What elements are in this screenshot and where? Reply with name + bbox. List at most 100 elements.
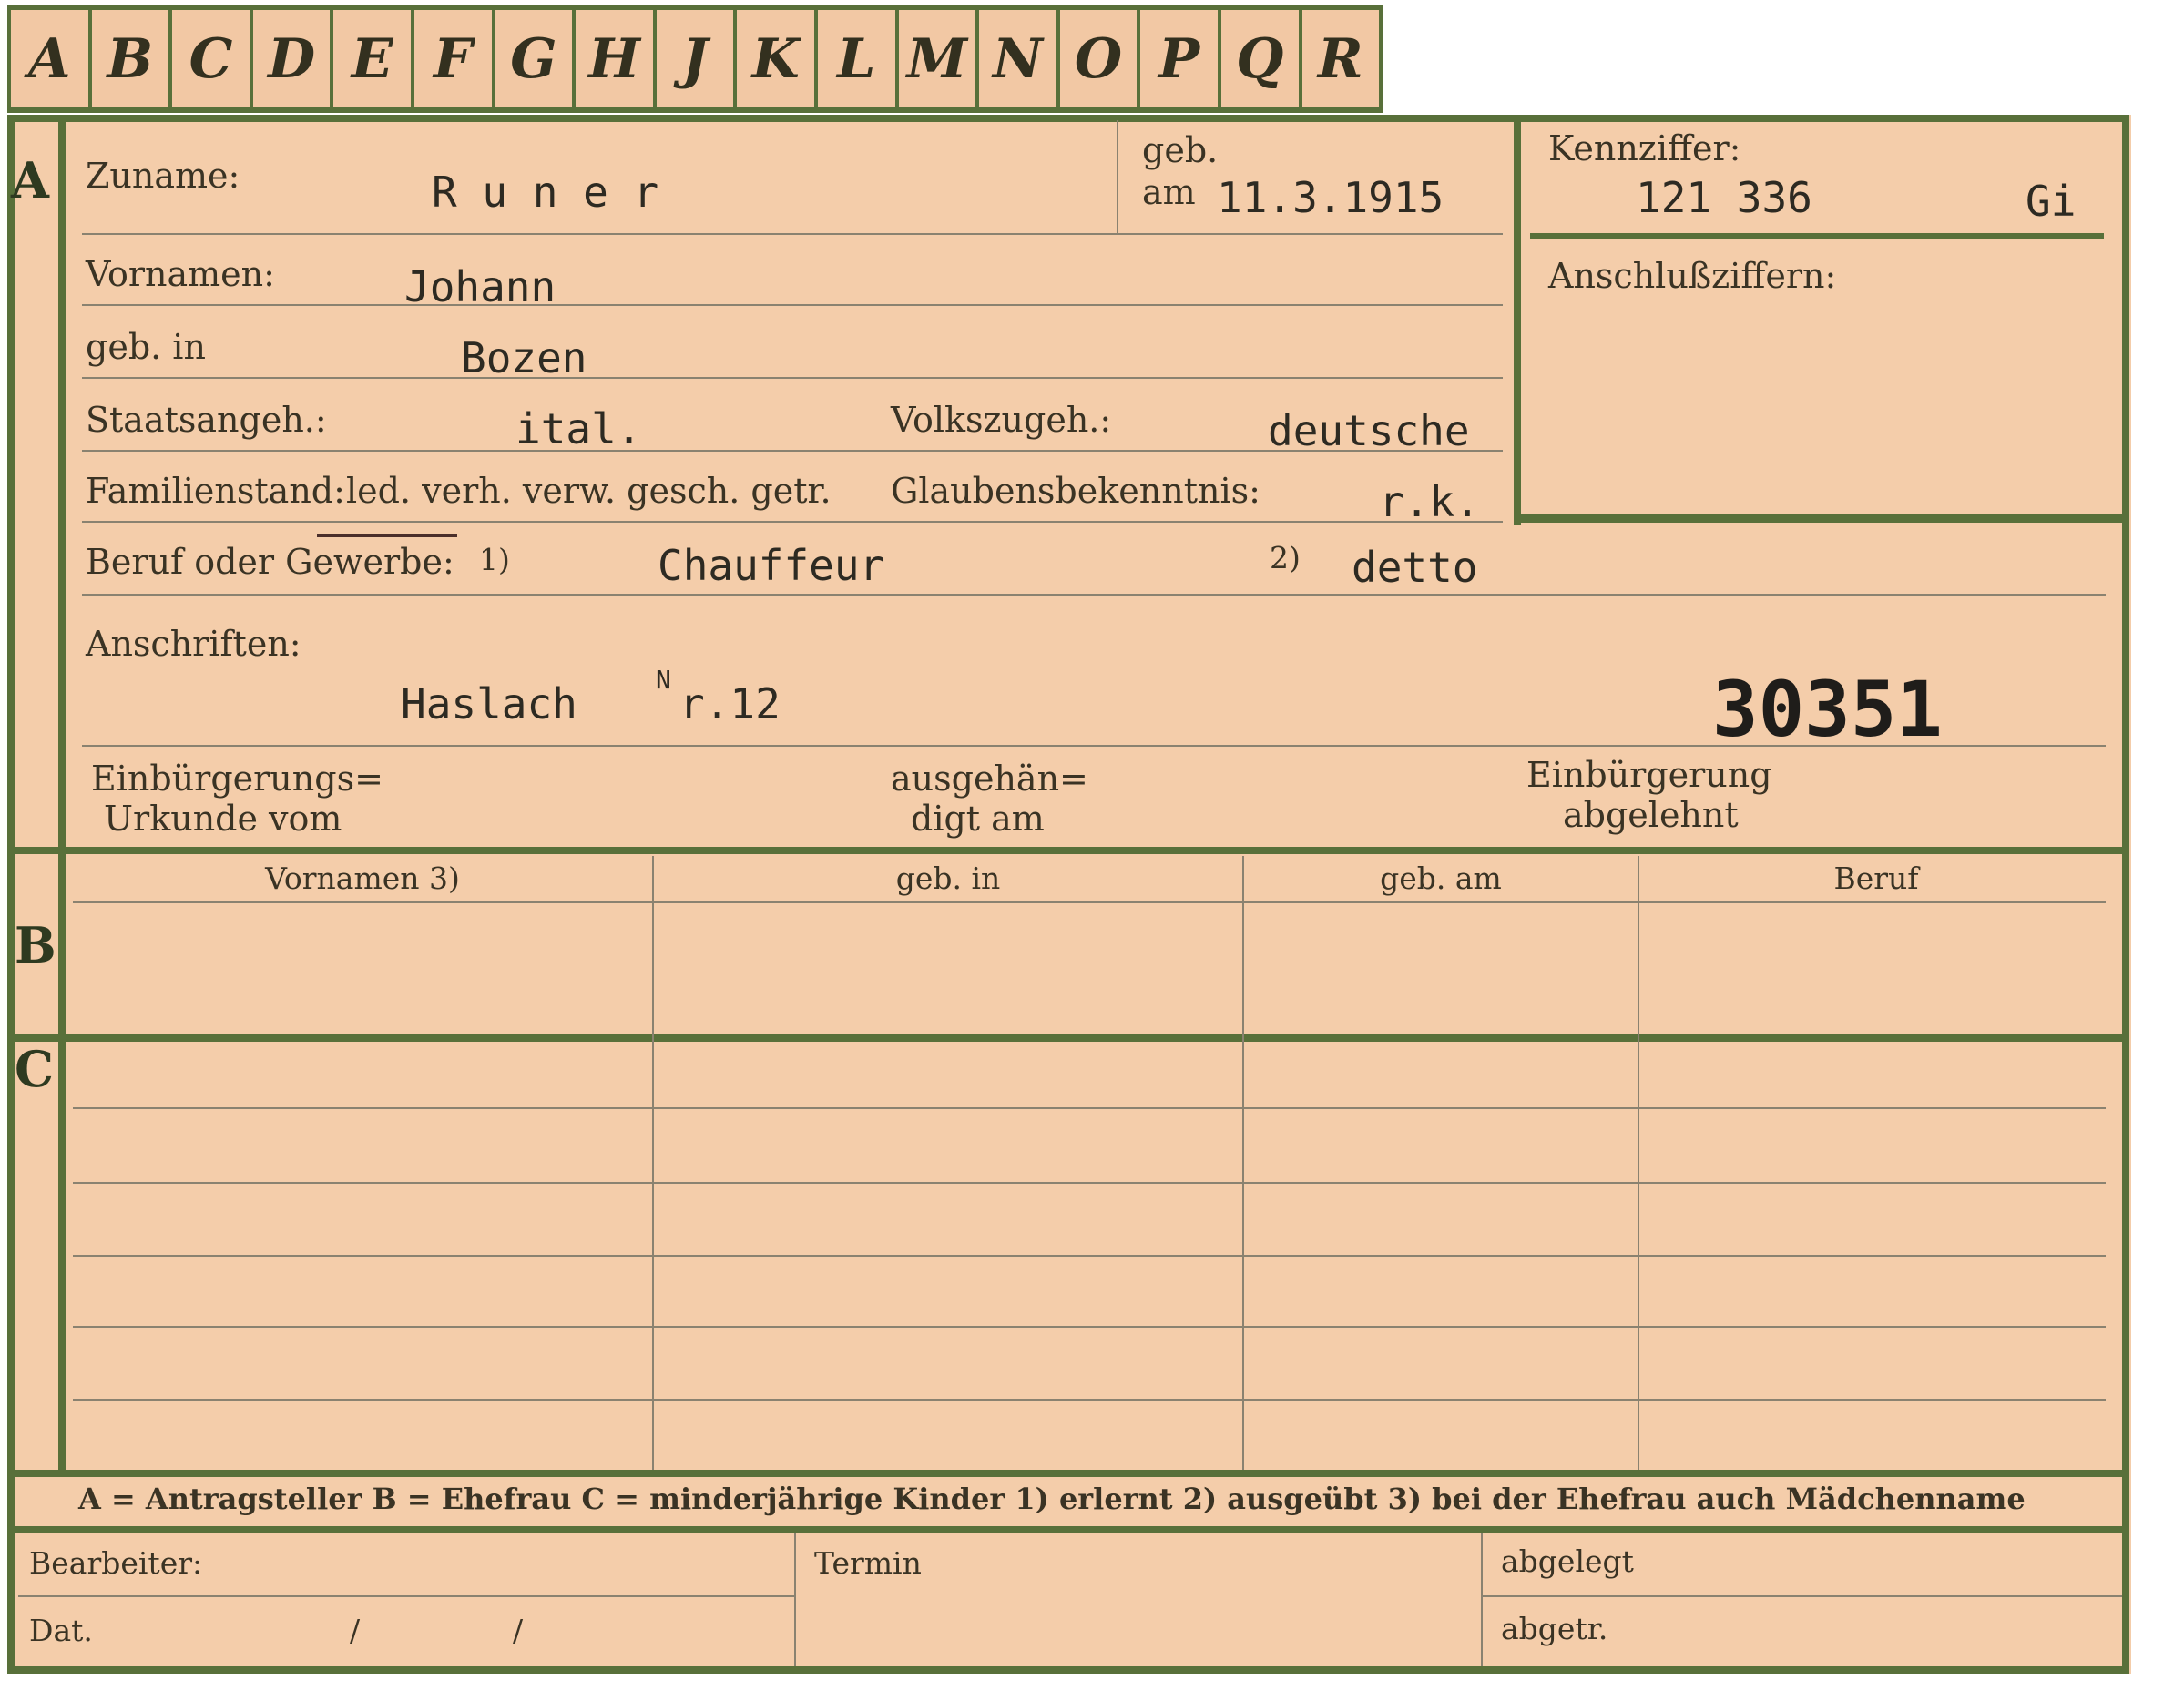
id-suffix: Gi xyxy=(2026,177,2077,226)
firstnames-label: Vornamen: xyxy=(86,254,275,294)
alphabet-tab-m[interactable]: M xyxy=(894,10,976,107)
col-divider-2 xyxy=(1242,856,1244,1470)
c-row-rule-1 xyxy=(73,1107,2106,1109)
alphabet-tab-d[interactable]: D xyxy=(249,10,331,107)
alphabet-tab-k[interactable]: K xyxy=(733,10,814,107)
naturalization-label-1: Einbürgerungs= xyxy=(91,759,383,799)
occupation-label: Beruf oder Gewerbe: xyxy=(86,542,454,582)
surname-value: R u n e r xyxy=(432,168,659,217)
alphabet-tab-o[interactable]: O xyxy=(1056,10,1138,107)
id-box-bottom xyxy=(1514,514,2129,523)
occupation-mark-1: 1) xyxy=(479,542,510,577)
address-value: Haslach xyxy=(401,679,577,728)
alphabet-tab-e[interactable]: E xyxy=(330,10,411,107)
id-box-divider xyxy=(1530,233,2104,239)
frame-right xyxy=(2122,115,2129,1674)
row-letter-a: A xyxy=(11,151,49,209)
c-row-rule-5 xyxy=(73,1399,2106,1401)
citizenship-label: Staatsangeh.: xyxy=(86,400,327,440)
alphabet-tab-a[interactable]: A xyxy=(7,10,88,107)
b-col-occupation: Beruf xyxy=(1833,861,1919,896)
frame-top xyxy=(7,115,2129,122)
citizenship-value: ital. xyxy=(515,404,642,453)
rule-marital xyxy=(82,521,1503,523)
col-divider-1 xyxy=(652,856,654,1470)
rule-birthplace xyxy=(82,377,1503,379)
alphabet-tab-f[interactable]: F xyxy=(410,10,492,107)
born-label-1: geb. xyxy=(1142,130,1219,170)
handed-label-1: ausgehän= xyxy=(891,759,1088,799)
footer-filed-rule xyxy=(1481,1595,2122,1597)
rule-surname xyxy=(82,233,1503,235)
occupation-2-value: detto xyxy=(1352,543,1478,592)
deadline-label: Termin xyxy=(814,1545,922,1581)
alphabet-tab-p[interactable]: P xyxy=(1137,10,1218,107)
address-number-superscript: N xyxy=(656,665,671,695)
rule-occupation xyxy=(82,594,2106,596)
ethnicity-label: Volkszugeh.: xyxy=(891,400,1112,440)
marital-options: led. verh. verw. gesch. getr. xyxy=(346,471,832,511)
handed-label-2: digt am xyxy=(911,799,1045,839)
alphabet-tab-j[interactable]: J xyxy=(652,10,734,107)
religion-label: Glaubensbekenntnis: xyxy=(891,471,1260,511)
id-label: Kennziffer: xyxy=(1548,128,1741,168)
frame-left xyxy=(7,115,15,1674)
alphabet-tab-r[interactable]: R xyxy=(1298,10,1383,107)
separator-legend-footer xyxy=(7,1526,2129,1533)
delivered-label: abgetr. xyxy=(1501,1611,1608,1646)
occupation-mark-2: 2) xyxy=(1270,540,1301,575)
surname-label: Zuname: xyxy=(86,156,240,196)
b-col-birthdate: geb. am xyxy=(1380,861,1502,896)
date-label: Dat. xyxy=(29,1613,93,1648)
footer-divider-2 xyxy=(1481,1533,1483,1666)
alphabet-tab-c[interactable]: C xyxy=(168,10,250,107)
separator-a-b xyxy=(7,847,2129,854)
date-separators: / / xyxy=(350,1613,524,1648)
col-divider-3 xyxy=(1638,856,1639,1470)
marital-label: Familienstand: xyxy=(86,471,345,511)
file-number-stamp: 30351 xyxy=(1712,665,1943,754)
b-col-birthplace: geb. in xyxy=(895,861,1001,896)
clerk-label: Bearbeiter: xyxy=(29,1545,203,1581)
c-row-rule-3 xyxy=(73,1255,2106,1257)
naturalization-label-2: Urkunde vom xyxy=(104,799,342,839)
alphabet-tab-b[interactable]: B xyxy=(87,10,169,107)
frame-bottom xyxy=(7,1666,2129,1674)
b-col-firstnames: Vornamen 3) xyxy=(265,861,460,896)
alphabet-tab-l[interactable]: L xyxy=(813,10,895,107)
born-date-value: 11.3.1915 xyxy=(1217,173,1444,222)
alphabet-tab-n[interactable]: N xyxy=(975,10,1056,107)
born-label-2: am xyxy=(1142,172,1196,212)
separator-b-c xyxy=(7,1034,2129,1042)
legend: A = Antragsteller B = Ehefrau C = minder… xyxy=(78,1482,2026,1516)
alphabet-tab-q[interactable]: Q xyxy=(1217,10,1299,107)
separator-c-legend xyxy=(7,1470,2129,1477)
row-letter-c: C xyxy=(15,1040,54,1098)
row-letter-separator xyxy=(58,115,66,1472)
refused-label-2: abgelehnt xyxy=(1563,795,1739,835)
footer-divider-1 xyxy=(794,1533,796,1666)
alphabet-tab-strip: ABCDEFGHJKLMNOPQR xyxy=(7,5,1383,113)
firstnames-value: Johann xyxy=(404,262,556,311)
linked-numbers-label: Anschlußziffern: xyxy=(1548,256,1837,296)
alphabet-tab-g[interactable]: G xyxy=(491,10,573,107)
c-row-rule-4 xyxy=(73,1326,2106,1328)
id-number: 121 336 xyxy=(1636,173,1812,222)
footer-clerk-rule xyxy=(18,1595,794,1597)
row-letter-b: B xyxy=(15,916,56,974)
filed-label: abgelegt xyxy=(1501,1543,1634,1579)
id-box-left xyxy=(1514,115,1521,525)
refused-label-1: Einbürgerung xyxy=(1526,755,1772,795)
birthplace-value: Bozen xyxy=(461,333,587,382)
birthplace-label: geb. in xyxy=(86,327,206,367)
ethnicity-value: deutsche xyxy=(1268,406,1470,455)
occupation-value: Chauffeur xyxy=(658,541,885,590)
c-row-rule-2 xyxy=(73,1182,2106,1184)
alphabet-tab-h[interactable]: H xyxy=(572,10,653,107)
marital-underline-mark xyxy=(317,534,457,537)
address-number: r.12 xyxy=(679,679,781,728)
rule-born-divider xyxy=(1117,120,1118,233)
address-label: Anschriften: xyxy=(86,624,301,664)
b-header-rule xyxy=(73,901,2106,903)
religion-value: r.k. xyxy=(1379,477,1480,526)
